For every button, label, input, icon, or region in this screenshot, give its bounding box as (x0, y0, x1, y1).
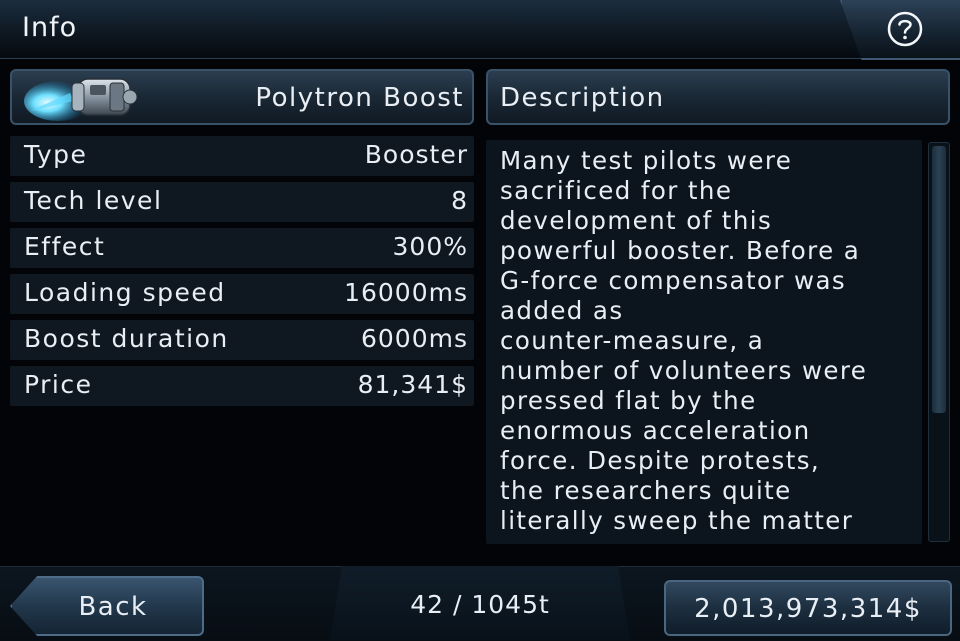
stat-label: Type (24, 140, 88, 169)
stat-value: 6000ms (360, 324, 468, 353)
stat-row-loading-speed: Loading speed 16000ms (10, 274, 474, 314)
stat-row-type: Type Booster (10, 136, 474, 176)
stat-row-boost-duration: Boost duration 6000ms (10, 320, 474, 360)
back-button-label: Back (78, 592, 148, 622)
stat-value: 81,341$ (357, 370, 468, 399)
stat-label: Loading speed (24, 278, 226, 307)
page-title: Info (22, 12, 78, 43)
description-header: Description (486, 69, 950, 125)
booster-engine-icon (24, 78, 138, 121)
stat-label: Tech level (24, 186, 163, 215)
question-circle-icon[interactable] (886, 10, 924, 48)
scrollbar-thumb[interactable] (932, 146, 946, 413)
item-name: Polytron Boost (255, 83, 464, 113)
stat-value: 8 (451, 186, 468, 215)
cargo-capacity: 42 / 1045t (410, 590, 550, 619)
description-panel[interactable]: Many test pilots were sacrificed for the… (486, 140, 922, 544)
stats-table: Type Booster Tech level 8 Effect 300% Lo… (10, 136, 474, 412)
stat-value: 300% (392, 232, 468, 261)
stat-value: Booster (364, 140, 468, 169)
stat-label: Effect (24, 232, 106, 261)
description-text: Many test pilots were sacrificed for the… (500, 146, 868, 535)
stat-row-effect: Effect 300% (10, 228, 474, 268)
stat-label: Price (24, 370, 93, 399)
header-bar: Info (0, 0, 960, 60)
back-button[interactable]: Back (10, 576, 204, 636)
stat-label: Boost duration (24, 324, 229, 353)
description-scrollbar[interactable] (928, 142, 950, 542)
description-title: Description (500, 83, 665, 113)
stat-row-price: Price 81,341$ (10, 366, 474, 406)
stat-row-tech-level: Tech level 8 (10, 182, 474, 222)
credits-label: 2,013,973,314$ (694, 594, 922, 624)
stat-value: 16000ms (344, 278, 468, 307)
credits-button[interactable]: 2,013,973,314$ (664, 580, 952, 636)
item-header: Polytron Boost (10, 69, 474, 125)
